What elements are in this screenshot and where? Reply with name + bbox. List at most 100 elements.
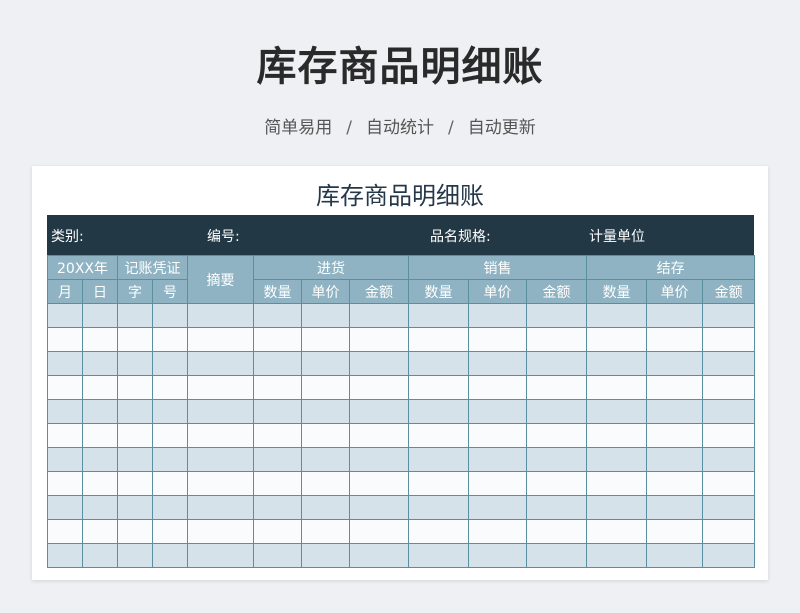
table-cell[interactable]: [586, 471, 648, 496]
table-cell[interactable]: [187, 303, 254, 328]
table-cell[interactable]: [408, 423, 470, 448]
table-cell[interactable]: [253, 543, 302, 568]
table-cell[interactable]: [468, 399, 528, 424]
table-cell[interactable]: [187, 495, 254, 520]
table-cell[interactable]: [586, 543, 648, 568]
table-cell[interactable]: [526, 543, 588, 568]
table-cell[interactable]: [301, 423, 350, 448]
table-cell[interactable]: [117, 519, 153, 544]
table-cell[interactable]: [646, 303, 704, 328]
table-cell[interactable]: [253, 519, 302, 544]
table-cell[interactable]: [468, 471, 528, 496]
table-cell[interactable]: [301, 543, 350, 568]
table-cell[interactable]: [586, 303, 648, 328]
table-cell[interactable]: [47, 471, 83, 496]
table-cell[interactable]: [117, 327, 153, 352]
table-cell[interactable]: [586, 351, 648, 376]
table-cell[interactable]: [468, 327, 528, 352]
table-cell[interactable]: [82, 303, 118, 328]
table-cell[interactable]: [82, 351, 118, 376]
table-cell[interactable]: [117, 375, 153, 400]
table-cell[interactable]: [408, 303, 470, 328]
table-cell[interactable]: [702, 519, 756, 544]
table-cell[interactable]: [152, 543, 188, 568]
table-cell[interactable]: [408, 471, 470, 496]
table-cell[interactable]: [82, 495, 118, 520]
table-cell[interactable]: [82, 423, 118, 448]
table-cell[interactable]: [152, 327, 188, 352]
table-cell[interactable]: [47, 423, 83, 448]
table-cell[interactable]: [301, 327, 350, 352]
table-cell[interactable]: [702, 495, 756, 520]
table-cell[interactable]: [301, 447, 350, 472]
table-cell[interactable]: [468, 423, 528, 448]
table-cell[interactable]: [702, 351, 756, 376]
table-cell[interactable]: [348, 423, 410, 448]
table-cell[interactable]: [117, 543, 153, 568]
table-cell[interactable]: [152, 423, 188, 448]
table-cell[interactable]: [468, 375, 528, 400]
table-cell[interactable]: [47, 519, 83, 544]
table-cell[interactable]: [586, 495, 648, 520]
table-cell[interactable]: [152, 351, 188, 376]
table-cell[interactable]: [152, 471, 188, 496]
table-cell[interactable]: [253, 399, 302, 424]
table-cell[interactable]: [646, 471, 704, 496]
table-cell[interactable]: [702, 423, 756, 448]
table-cell[interactable]: [301, 375, 350, 400]
table-cell[interactable]: [348, 375, 410, 400]
table-cell[interactable]: [646, 519, 704, 544]
table-cell[interactable]: [702, 375, 756, 400]
table-cell[interactable]: [82, 447, 118, 472]
table-cell[interactable]: [348, 303, 410, 328]
table-cell[interactable]: [187, 447, 254, 472]
table-cell[interactable]: [82, 519, 118, 544]
table-cell[interactable]: [47, 495, 83, 520]
table-cell[interactable]: [348, 495, 410, 520]
table-cell[interactable]: [82, 375, 118, 400]
table-cell[interactable]: [348, 471, 410, 496]
table-cell[interactable]: [301, 495, 350, 520]
table-cell[interactable]: [187, 543, 254, 568]
table-cell[interactable]: [408, 327, 470, 352]
table-cell[interactable]: [586, 375, 648, 400]
table-cell[interactable]: [702, 327, 756, 352]
table-cell[interactable]: [301, 471, 350, 496]
table-cell[interactable]: [117, 495, 153, 520]
table-cell[interactable]: [253, 351, 302, 376]
table-cell[interactable]: [117, 471, 153, 496]
table-cell[interactable]: [117, 351, 153, 376]
table-cell[interactable]: [348, 447, 410, 472]
table-cell[interactable]: [468, 351, 528, 376]
table-cell[interactable]: [82, 399, 118, 424]
table-cell[interactable]: [47, 399, 83, 424]
table-cell[interactable]: [646, 375, 704, 400]
table-cell[interactable]: [702, 471, 756, 496]
table-cell[interactable]: [586, 423, 648, 448]
table-cell[interactable]: [47, 327, 83, 352]
table-cell[interactable]: [646, 423, 704, 448]
table-cell[interactable]: [468, 303, 528, 328]
table-cell[interactable]: [253, 471, 302, 496]
table-cell[interactable]: [408, 399, 470, 424]
table-cell[interactable]: [187, 375, 254, 400]
table-cell[interactable]: [646, 351, 704, 376]
table-cell[interactable]: [152, 519, 188, 544]
table-cell[interactable]: [526, 423, 588, 448]
table-cell[interactable]: [468, 519, 528, 544]
table-cell[interactable]: [586, 519, 648, 544]
table-cell[interactable]: [253, 447, 302, 472]
table-cell[interactable]: [301, 303, 350, 328]
table-cell[interactable]: [526, 495, 588, 520]
table-cell[interactable]: [526, 519, 588, 544]
table-cell[interactable]: [253, 495, 302, 520]
table-cell[interactable]: [301, 351, 350, 376]
table-cell[interactable]: [468, 543, 528, 568]
table-cell[interactable]: [82, 471, 118, 496]
table-cell[interactable]: [646, 543, 704, 568]
table-cell[interactable]: [408, 519, 470, 544]
table-cell[interactable]: [408, 447, 470, 472]
table-cell[interactable]: [253, 303, 302, 328]
table-cell[interactable]: [468, 495, 528, 520]
table-cell[interactable]: [117, 447, 153, 472]
